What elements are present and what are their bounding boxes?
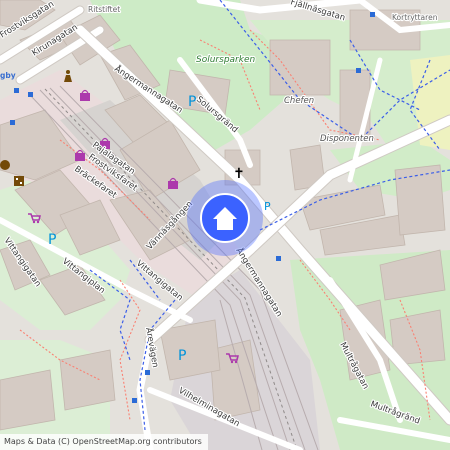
bus-stop-icon (14, 88, 19, 93)
station-label: gby (0, 71, 16, 80)
location-marker[interactable] (187, 180, 263, 256)
map-canvas[interactable]: ✝ P P P P gby Solursparken Chefen Dispon… (0, 0, 450, 450)
place-label-solursparken: Solursparken (196, 55, 255, 65)
church-icon: ✝ (233, 166, 245, 182)
building (394, 164, 446, 236)
place-label-disponenten: Disponenten (320, 134, 374, 144)
parking-icon: P (48, 232, 56, 248)
bus-stop-icon (145, 370, 150, 375)
place-label-chefen: Chefen (284, 96, 314, 106)
bus-stop-icon (10, 120, 15, 125)
parking-icon: P (178, 348, 186, 364)
bus-stop-icon (276, 256, 281, 261)
bus-stop-icon (28, 92, 33, 97)
street-label-ritsstiftet: Ritstiftet (88, 5, 120, 14)
bus-stop-icon (356, 68, 361, 73)
bus-stop-icon (370, 12, 375, 17)
bus-stop-icon (132, 398, 137, 403)
building (0, 369, 56, 431)
building (59, 349, 116, 411)
map-view[interactable]: ✝ P P P P gby Solursparken Chefen Dispon… (0, 0, 450, 450)
cinema-icon (14, 176, 24, 186)
building (269, 39, 331, 96)
map-attribution: Maps & Data (C) OpenStreetMap.org contri… (0, 434, 208, 450)
theatre-icon (0, 160, 10, 170)
building (339, 69, 371, 141)
parking-icon: P (264, 200, 271, 213)
street-label-kortryttaren: Kortryttaren (392, 13, 438, 22)
